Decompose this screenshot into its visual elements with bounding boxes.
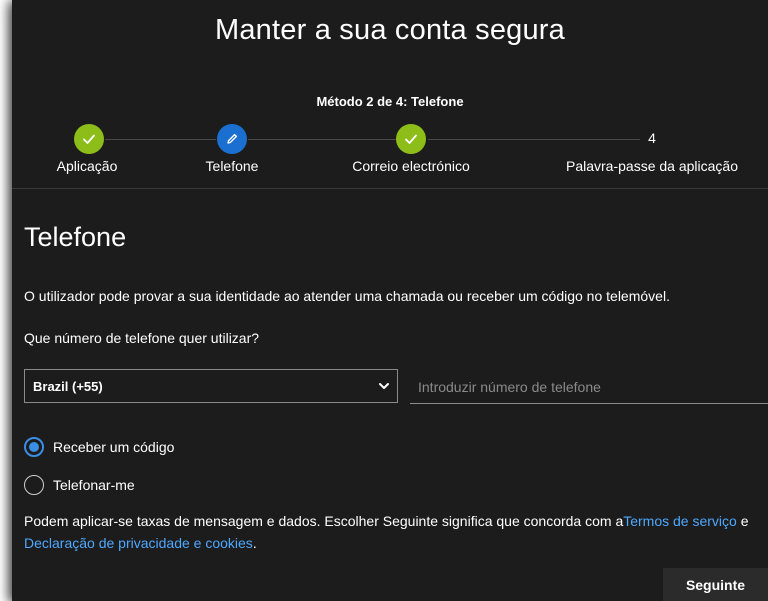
check-icon xyxy=(405,134,417,144)
terms-connector: e xyxy=(736,513,749,529)
step-number-4: 4 xyxy=(648,130,656,146)
radio-button-checked[interactable] xyxy=(24,437,44,457)
pencil-icon xyxy=(227,133,238,144)
phone-question: Que número de telefone quer utilizar? xyxy=(24,330,260,346)
page-title: Manter a sua conta segura xyxy=(215,14,565,46)
step-aplicacao-check xyxy=(74,124,104,154)
country-code-value: Brazil (+55) xyxy=(33,378,103,394)
terms-end: . xyxy=(252,535,257,551)
radio-call-me-label: Telefonar-me xyxy=(53,477,135,493)
method-progress-text: Método 2 de 4: Telefone xyxy=(316,94,464,109)
radio-call-me[interactable]: Telefonar-me xyxy=(24,475,135,495)
step-label-correio: Correio electrónico xyxy=(352,158,470,174)
progress-line xyxy=(248,139,396,140)
terms-of-service-link[interactable]: Termos de serviço xyxy=(623,513,737,529)
step-correio-check xyxy=(396,124,426,154)
radio-receive-code-label: Receber um código xyxy=(53,439,175,455)
terms-static-text: Podem aplicar-se taxas de mensagem e dad… xyxy=(24,513,624,529)
check-icon xyxy=(83,134,95,144)
setup-card: Manter a sua conta segura Método 2 de 4:… xyxy=(12,0,768,601)
step-label-telefone: Telefone xyxy=(205,158,259,174)
next-button[interactable]: Seguinte xyxy=(663,568,768,601)
phone-number-input[interactable] xyxy=(410,370,768,404)
progress-line xyxy=(428,139,640,140)
chevron-down-icon xyxy=(379,383,389,389)
section-divider xyxy=(12,188,768,189)
radio-button-unchecked[interactable] xyxy=(24,475,44,495)
privacy-link[interactable]: Declaração de privacidade e cookies xyxy=(24,535,253,551)
step-label-aplicacao: Aplicação xyxy=(56,158,118,174)
terms-text: Podem aplicar-se taxas de mensagem e dad… xyxy=(24,510,760,554)
step-label-palavra-passe: Palavra-passe da aplicação xyxy=(566,158,738,174)
country-code-select[interactable]: Brazil (+55) xyxy=(24,369,398,403)
step-telefone-current xyxy=(217,124,247,154)
section-title: Telefone xyxy=(24,222,127,252)
description-text: O utilizador pode provar a sua identidad… xyxy=(24,288,670,304)
progress-line xyxy=(105,139,216,140)
radio-receive-code[interactable]: Receber um código xyxy=(24,437,174,457)
